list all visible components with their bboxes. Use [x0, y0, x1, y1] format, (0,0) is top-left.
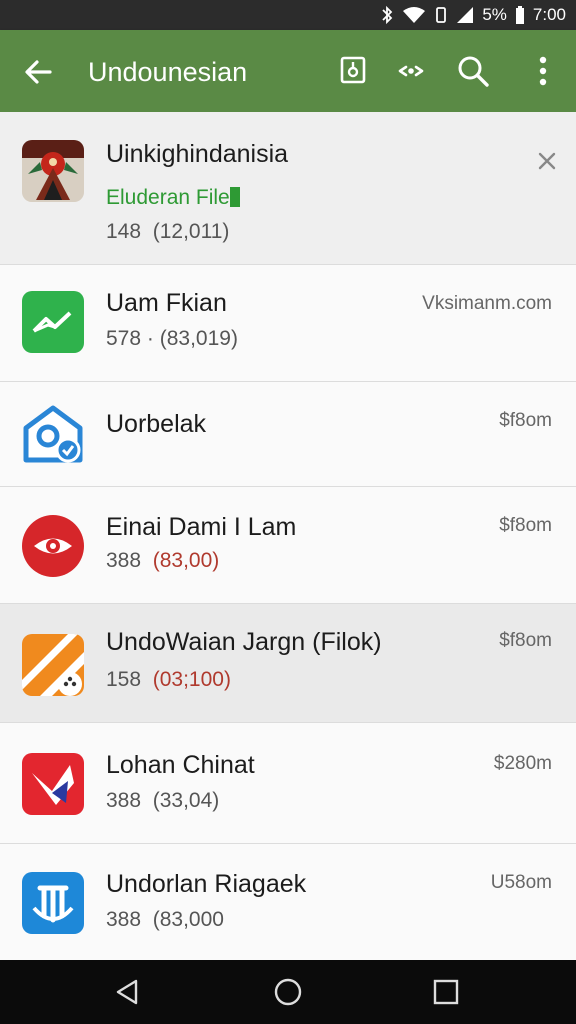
app-icon-3	[22, 515, 84, 577]
app-bar: Undounesian	[0, 30, 576, 112]
wifi-icon	[403, 7, 426, 23]
rating-value: 388	[106, 789, 142, 812]
review-count: (83,00)	[152, 549, 220, 572]
rating-value: 148	[106, 220, 142, 243]
install-icon[interactable]	[334, 52, 372, 90]
rating-value: 388	[106, 549, 142, 572]
review-count: (33,04)	[152, 789, 220, 812]
battery-percent: 5%	[482, 5, 507, 24]
bluetooth-icon	[382, 5, 393, 25]
list-item[interactable]: UndoWaian Jargn (Filok) 158 (03;100) $f8…	[0, 604, 576, 723]
app-size: Vksimanm.com	[422, 293, 552, 314]
clock: 7:00	[532, 5, 566, 24]
wayang-icon	[22, 140, 84, 202]
list-item-header[interactable]: Uinkighindanisia Eluderan File 148 (12,0…	[0, 112, 576, 265]
close-icon[interactable]	[536, 150, 558, 172]
app-list: Uinkighindanisia Eluderan File 148 (12,0…	[0, 112, 576, 966]
app-name: Einai Dami I Lam	[106, 513, 297, 541]
nav-back-icon[interactable]	[112, 976, 144, 1008]
rating-value: 578 ·	[106, 327, 154, 350]
app-icon-5	[22, 753, 84, 815]
app-icon-wayang	[22, 140, 84, 202]
stripes-icon	[22, 634, 84, 696]
app-icon-1	[22, 291, 84, 353]
app-icon-4	[22, 634, 84, 696]
app-meta: 578 · (83,019)	[106, 327, 238, 351]
home-shield-icon	[23, 405, 83, 463]
eye-icon	[34, 538, 72, 554]
app-size: $f8om	[499, 410, 552, 431]
navigation-bar	[0, 960, 576, 1024]
category-tag-text: Eluderan File	[106, 186, 230, 209]
anchor-icon	[32, 885, 74, 923]
vibrate-icon	[436, 7, 447, 23]
app-meta: 158 (03;100)	[106, 668, 231, 692]
page-title: Undounesian	[88, 57, 248, 87]
app-meta: 148 (12,011)	[106, 220, 229, 244]
app-name: Uorbelak	[106, 410, 207, 438]
search-icon[interactable]	[454, 52, 492, 90]
app-name: UndoWaian Jargn (Filok)	[106, 628, 382, 656]
app-meta: 388 (83,000	[106, 908, 224, 932]
review-count: (03;100)	[152, 668, 231, 691]
nav-home-icon[interactable]	[272, 976, 304, 1008]
message-icon	[28, 295, 72, 333]
review-count: (83,000	[152, 908, 224, 931]
share-icon[interactable]	[392, 52, 430, 90]
more-vert-icon[interactable]	[524, 52, 562, 90]
list-item[interactable]: Undorlan Riagaek 388 (83,000 U58om	[0, 844, 576, 966]
back-arrow-icon[interactable]	[20, 54, 56, 90]
app-name: Lohan Chinat	[106, 751, 255, 779]
list-item[interactable]: Uorbelak $f8om	[0, 382, 576, 487]
app-meta: 388 (83,00)	[106, 549, 219, 573]
app-icon-2	[22, 404, 84, 466]
app-name: Undorlan Riagaek	[106, 870, 307, 898]
rating-value: 388	[106, 908, 142, 931]
app-size: $280m	[493, 753, 552, 774]
rating-value: 158	[106, 668, 142, 691]
app-size: $f8om	[499, 515, 552, 536]
tag-bar	[229, 187, 240, 207]
category-tag: Eluderan File	[106, 186, 240, 210]
bird-icon	[32, 765, 74, 805]
list-item[interactable]: Uam Fkian 578 · (83,019) Vksimanm.com	[0, 265, 576, 382]
app-meta: 388 (33,04)	[106, 789, 219, 813]
app-size: U58om	[490, 872, 552, 893]
list-item[interactable]: Lohan Chinat 388 (33,04) $280m	[0, 723, 576, 844]
status-bar: 5% 7:00	[0, 0, 576, 30]
list-item[interactable]: Einai Dami I Lam 388 (83,00) $f8om	[0, 487, 576, 604]
review-count: (83,019)	[159, 327, 238, 350]
signal-icon	[457, 7, 474, 23]
app-icon-6	[22, 872, 84, 934]
battery-icon	[515, 6, 524, 24]
app-name: Uinkighindanisia	[106, 140, 289, 168]
review-count: (12,011)	[152, 220, 230, 243]
status-icons: 5% 7:00	[380, 0, 566, 30]
app-name: Uam Fkian	[106, 289, 227, 317]
app-size: $f8om	[499, 630, 552, 651]
nav-recents-icon[interactable]	[430, 976, 462, 1008]
